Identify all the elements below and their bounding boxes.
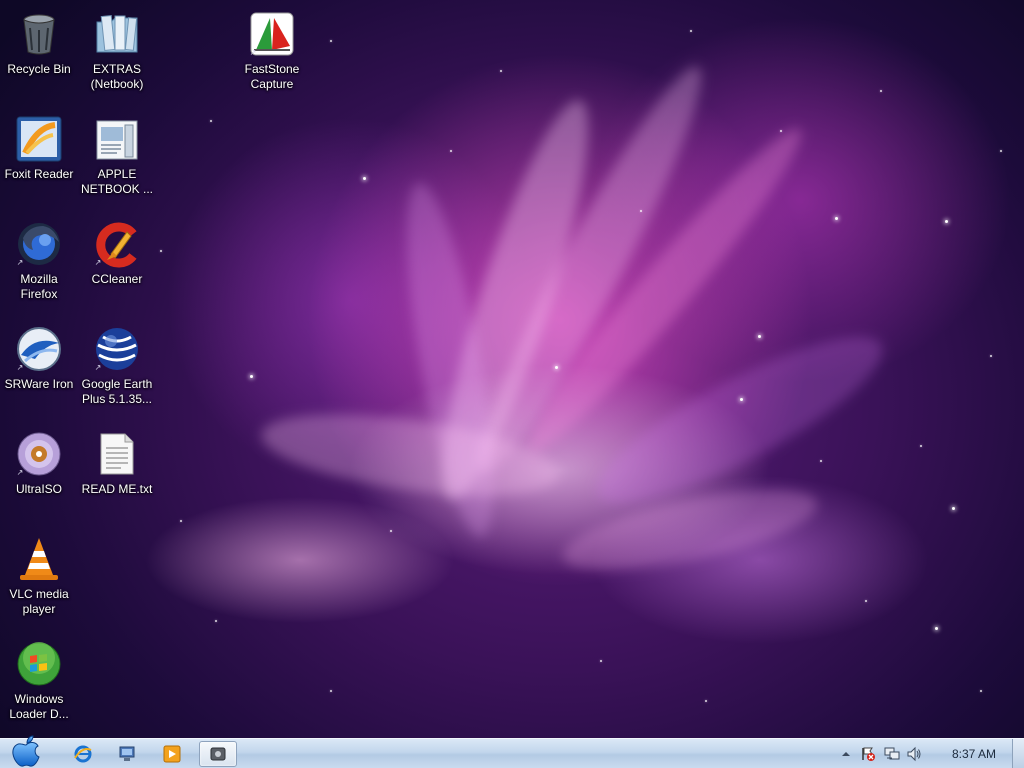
desktop-icon-readme-txt[interactable]: READ ME.txt [79,424,155,497]
vlc-cone-icon [15,535,63,583]
desktop-icon-ccleaner[interactable]: ↗ CCleaner [79,214,155,287]
media-player-icon [163,745,181,763]
desktop-icon-label: Recycle Bin [7,62,71,76]
system-tray: 8:37 AM [834,739,1024,768]
desktop-icon-extras-folder[interactable]: EXTRAS (Netbook) [79,4,155,92]
text-file-icon [93,430,141,478]
google-earth-icon: ↗ [93,325,141,373]
desktop-icon-label: Foxit Reader [4,167,74,181]
action-center-flag-icon[interactable] [860,746,876,762]
network-icon[interactable] [884,746,900,762]
document-archive-icon [93,115,141,163]
network-computer-icon [119,746,135,761]
start-button[interactable] [6,733,46,768]
apple-logo-icon [12,735,40,767]
windows-orb-icon [15,640,63,688]
desktop-icon-srware-iron[interactable]: ↗ SRWare Iron [1,319,77,392]
desktop-icon-ultraiso[interactable]: ↗ UltraISO [1,424,77,497]
desktop-icon-recycle-bin[interactable]: Recycle Bin [1,4,77,77]
desktop-icon-label: VLC media player [9,587,69,616]
desktop-icon-label: UltraISO [15,482,62,496]
desktop-icon-google-earth[interactable]: ↗ Google Earth Plus 5.1.35... [79,319,155,407]
desktop-icon-apple-netbook[interactable]: APPLE NETBOOK ... [79,109,155,197]
desktop-icon-windows-loader[interactable]: Windows Loader D... [1,634,77,722]
folder-icon [93,10,141,58]
ccleaner-icon: ↗ [93,220,141,268]
desktop-icon-label: Mozilla Firefox [20,272,58,301]
taskbar-network-computer[interactable] [108,741,146,767]
internet-explorer-icon [74,745,92,763]
recycle-bin-icon [15,10,63,58]
desktop-icon-foxit-reader[interactable]: Foxit Reader [1,109,77,182]
show-desktop-button[interactable] [1012,739,1024,768]
shortcut-arrow-icon: ↗ [94,363,102,372]
ultraiso-disc-icon: ↗ [15,430,63,478]
taskbar: 8:37 AM [0,735,1024,768]
desktop-icon-label: Google Earth Plus 5.1.35... [81,377,153,406]
shortcut-arrow-icon: ↗ [16,258,24,267]
screen-capture-icon [210,747,226,761]
taskbar-screen-capture[interactable] [199,741,237,767]
desktop-icon-label: Windows Loader D... [9,692,69,721]
desktop-icon-label: READ ME.txt [81,482,153,496]
taskbar-internet-explorer[interactable] [64,741,102,767]
srware-iron-icon: ↗ [15,325,63,373]
desktop-icon-label: EXTRAS (Netbook) [90,62,144,91]
foxit-reader-icon [15,115,63,163]
shortcut-arrow-icon: ↗ [16,363,24,372]
taskbar-media-player[interactable] [153,741,191,767]
taskbar-clock[interactable]: 8:37 AM [952,747,996,761]
desktop-icon-label: SRWare Iron [4,377,74,391]
faststone-capture-icon: ↗ [248,10,296,58]
shortcut-arrow-icon: ↗ [249,48,257,57]
desktop-background: Recycle Bin EXTRAS (Netbook) ↗ FastStone… [0,0,1024,738]
desktop-icon-mozilla-firefox[interactable]: ↗ Mozilla Firefox [1,214,77,302]
desktop-icon-vlc[interactable]: VLC media player [1,529,77,617]
shortcut-arrow-icon: ↗ [94,258,102,267]
volume-icon[interactable] [906,746,922,762]
desktop-icon-faststone-capture[interactable]: ↗ FastStone Capture [234,4,310,92]
desktop-icon-label: FastStone Capture [244,62,300,91]
desktop-icon-label: CCleaner [91,272,143,286]
firefox-icon: ↗ [15,220,63,268]
shortcut-arrow-icon: ↗ [16,468,24,477]
desktop-icon-label: APPLE NETBOOK ... [80,167,153,196]
show-hidden-icons-arrow[interactable] [838,746,854,762]
